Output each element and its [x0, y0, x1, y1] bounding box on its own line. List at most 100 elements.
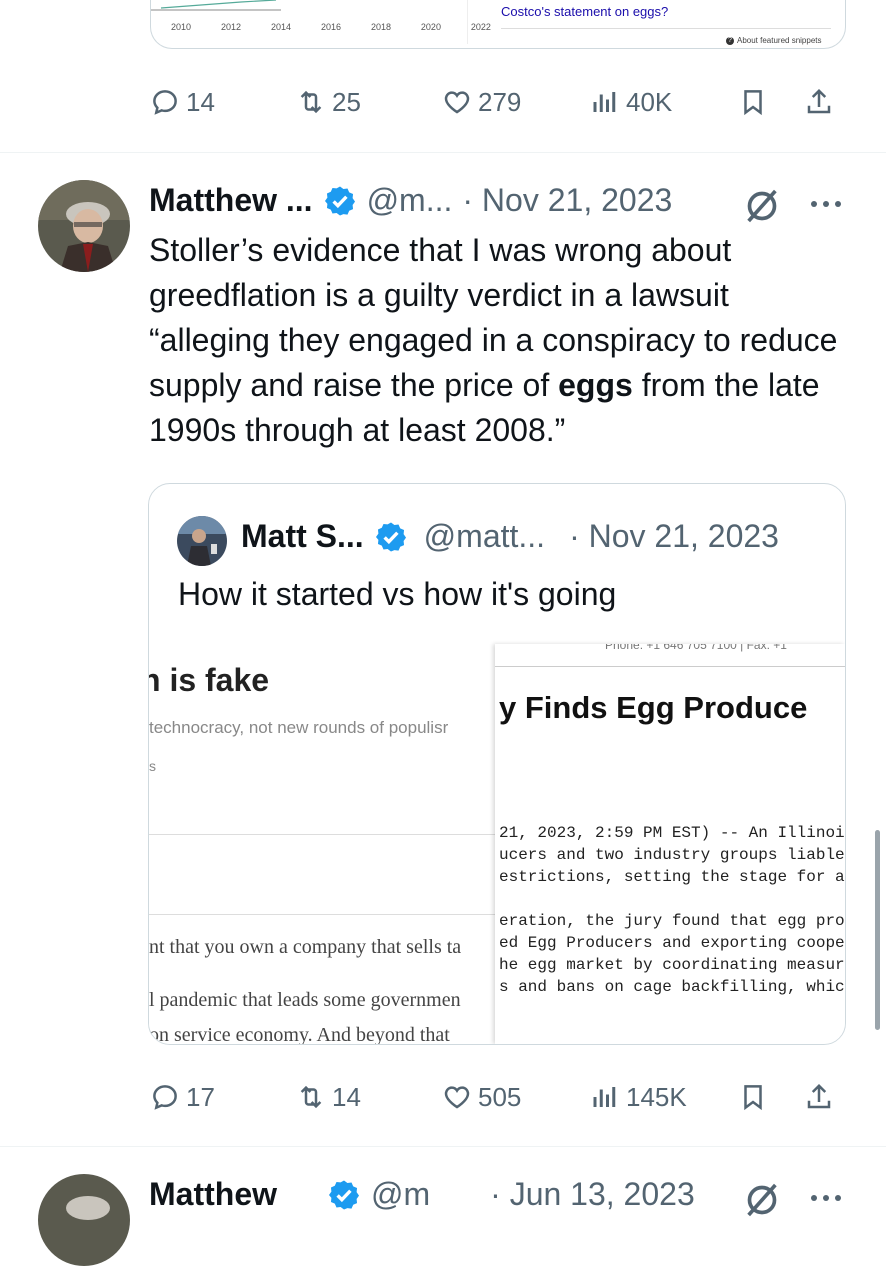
retweet-count: 14 [332, 1081, 361, 1112]
image-line: s and bans on cage backfilling, which in [499, 978, 845, 996]
image-body-line: on service economy. And beyond that [149, 1024, 450, 1044]
share-icon [807, 88, 831, 114]
tweet-text-bold: eggs [558, 367, 633, 403]
share-button[interactable] [804, 87, 834, 117]
more-options-icon[interactable] [806, 192, 846, 216]
author-name[interactable]: Matthew ... [149, 182, 313, 219]
quoted-tweet[interactable]: Matt S... @matt... · Nov 21, 2023 How it… [148, 483, 846, 1045]
grok-icon[interactable] [742, 186, 782, 226]
image-line: 21, 2023, 2:59 PM EST) -- An Illinois f [499, 824, 845, 842]
image-line: he egg market by coordinating measur [499, 956, 845, 974]
views-count: 40K [626, 86, 673, 117]
about-featured-snippets[interactable]: ? About featured snippets [726, 36, 822, 45]
reply-count: 17 [186, 1081, 215, 1112]
avatar[interactable] [38, 180, 130, 272]
verified-badge-icon [328, 1180, 360, 1209]
year-tick: 2014 [270, 22, 291, 32]
grok-icon[interactable] [742, 1180, 782, 1220]
bookmark-icon [744, 1085, 762, 1111]
avatar[interactable] [38, 1174, 130, 1266]
author-name[interactable]: Matthew [149, 1176, 277, 1213]
verified-badge-icon [375, 522, 406, 551]
views-icon [593, 92, 616, 112]
year-tick: 2018 [370, 22, 391, 32]
tweet-date[interactable]: · Nov 21, 2023 [462, 182, 672, 219]
image-line: eration, the jury found that egg produc [499, 912, 845, 930]
quoted-image-left[interactable]: n is fake technocracy, not new rounds of… [149, 644, 495, 1044]
image-rule [149, 834, 495, 835]
quoted-author-name: Matt S... [241, 518, 364, 554]
retweet-count: 25 [332, 86, 361, 117]
tweet-divider [0, 1146, 886, 1147]
year-tick: 2020 [420, 22, 441, 32]
reply-button[interactable]: 17 [150, 1082, 215, 1113]
year-tick: 2012 [220, 22, 242, 32]
share-button[interactable] [804, 1082, 834, 1112]
previous-quoted-card[interactable]: 2010 2012 2014 2016 2018 2020 2022 Costc… [150, 0, 846, 49]
reply-icon [153, 1085, 177, 1110]
reply-button[interactable]: 14 [150, 87, 215, 118]
year-tick: 2022 [470, 22, 491, 32]
verified-badge-icon [324, 186, 355, 215]
scrollbar[interactable] [875, 830, 880, 1030]
tweet-actions: 14 25 279 40K [150, 82, 850, 122]
image-line: estrictions, setting the stage for a dam [499, 868, 845, 886]
views-count: 145K [626, 1081, 687, 1112]
like-count: 279 [478, 86, 522, 117]
quoted-avatar-photo [177, 516, 227, 566]
quoted-tweet-date: · Nov 21, 2023 [569, 518, 779, 554]
views-button[interactable]: 145K [590, 1082, 687, 1113]
image-paragraph: eration, the jury found that egg produc … [499, 910, 845, 998]
image-rule [149, 914, 495, 915]
image-body-line: nt that you own a company that sells ta [149, 936, 462, 958]
image-headline: n is fake [149, 662, 270, 698]
tweet-text: Stoller’s evidence that I was wrong abou… [149, 228, 849, 453]
more-options-icon[interactable] [806, 1186, 846, 1210]
image-rule [495, 666, 845, 667]
tweet-date[interactable]: · Jun 13, 2023 [490, 1176, 695, 1213]
like-button[interactable]: 279 [442, 87, 521, 118]
image-small-text: s [149, 758, 156, 774]
card-hr [501, 28, 831, 29]
image-line: ucers and two industry groups liable fo [499, 846, 845, 864]
like-count: 505 [478, 1081, 522, 1112]
chart-fragment [151, 0, 281, 11]
retweet-icon [300, 1085, 322, 1109]
avatar-photo [38, 180, 130, 272]
avatar-photo [38, 1174, 130, 1266]
bookmark-button[interactable] [738, 87, 768, 117]
reply-count: 14 [186, 86, 215, 117]
bookmark-button[interactable] [738, 1082, 768, 1112]
quoted-image-right[interactable]: Phone: +1 646 705 7100 | Fax: +1 y Finds… [495, 644, 845, 1044]
quoted-avatar [177, 516, 227, 566]
quoted-author-handle: @matt... [423, 518, 546, 554]
heart-icon [444, 1086, 470, 1109]
quoted-header: Matt S... @matt... · Nov 21, 2023 [241, 518, 779, 555]
year-tick: 2010 [171, 22, 192, 32]
author-handle[interactable]: @m [371, 1176, 430, 1213]
retweet-icon [300, 90, 322, 114]
tweet-divider [0, 152, 886, 153]
views-button[interactable]: 40K [590, 87, 672, 118]
heart-icon [444, 91, 470, 114]
x-axis-years: 2010 2012 2014 2016 2018 2020 2022 [171, 22, 491, 32]
image-subhead: technocracy, not new rounds of populisr [149, 718, 449, 737]
bookmark-icon [744, 90, 762, 116]
views-icon [593, 1087, 616, 1107]
reply-icon [153, 90, 177, 115]
image-paragraph: 21, 2023, 2:59 PM EST) -- An Illinois f … [499, 822, 845, 888]
author-handle[interactable]: @m... [367, 182, 453, 219]
help-icon: ? [726, 36, 734, 45]
tweet-header: Matthew @m · Jun 13, 2023 [149, 1176, 695, 1213]
snippet-link[interactable]: Costco's statement on eggs? [501, 4, 668, 19]
year-tick: 2016 [320, 22, 341, 32]
share-icon [807, 1083, 831, 1109]
tweet-header: Matthew ... @m... · Nov 21, 2023 [149, 182, 672, 219]
retweet-button[interactable]: 25 [296, 87, 361, 118]
quoted-text: How it started vs how it's going [178, 576, 617, 612]
image-line: ed Egg Producers and exporting coope [499, 934, 845, 952]
image-contact-line: Phone: +1 646 705 7100 | Fax: +1 [605, 644, 787, 652]
retweet-button[interactable]: 14 [296, 1082, 361, 1113]
like-button[interactable]: 505 [442, 1082, 521, 1113]
image-body-line: l pandemic that leads some governmen [149, 989, 461, 1011]
